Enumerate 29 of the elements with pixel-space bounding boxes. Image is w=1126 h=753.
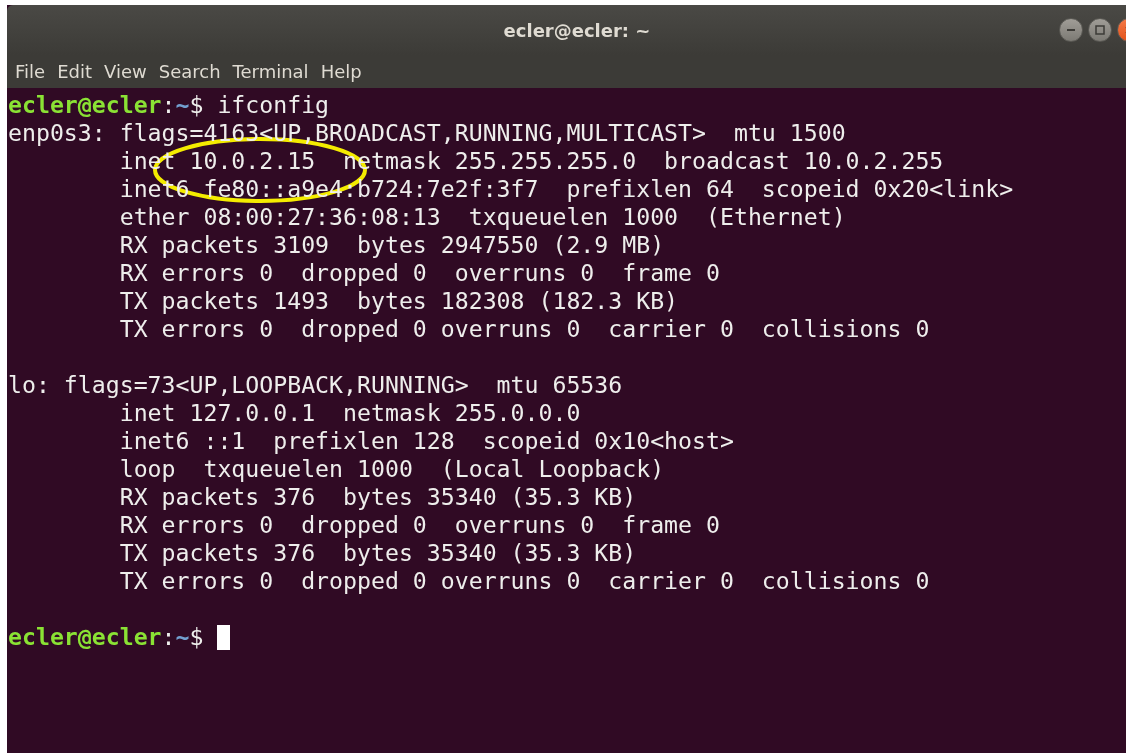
output-line: RX errors 0 dropped 0 overruns 0 frame 0 bbox=[118, 511, 720, 538]
output-line: TX errors 0 dropped 0 overruns 0 carrier 0 collisions 0 bbox=[118, 315, 930, 342]
output-line: enp0s3: flags=4163<UP,BROADCAST,RUNNING,MULTICAST> mtu 1500 bbox=[8, 119, 846, 146]
menu-item[interactable]: View bbox=[98, 61, 153, 82]
output-line: TX packets 1493 bytes 182308 (182.3 KB) bbox=[118, 287, 679, 314]
command-text: ifconfig bbox=[217, 91, 330, 118]
output-line: loop txqueuelen 1000 (Local Loopback) bbox=[118, 455, 665, 482]
menu-item[interactable]: Terminal bbox=[226, 61, 315, 82]
prompt-path: :~$ bbox=[161, 623, 204, 650]
maximize-button[interactable] bbox=[1088, 18, 1112, 42]
output-line: ether 08:00:27:36:08:13 txqueuelen 1000 (Ethernet) bbox=[118, 203, 846, 230]
menu-item[interactable]: Help bbox=[314, 61, 368, 82]
prompt-user-host: ecler@ecler bbox=[8, 91, 162, 118]
window-title: ecler@ecler: ~ bbox=[503, 19, 651, 41]
output-line: RX errors 0 dropped 0 overruns 0 frame 0 bbox=[118, 259, 720, 286]
output-line: inet6 ::1 prefixlen 128 scopeid 0x10<host> bbox=[118, 427, 734, 454]
menu-item[interactable]: File bbox=[9, 61, 52, 82]
output-line: TX errors 0 dropped 0 overruns 0 carrier 0 collisions 0 bbox=[118, 567, 930, 594]
prompt-user-host: ecler@ecler bbox=[8, 623, 162, 650]
output-line: RX packets 376 bytes 35340 (35.3 KB) bbox=[118, 483, 637, 510]
menu-item[interactable]: Edit bbox=[51, 61, 98, 82]
prompt-path: :~$ bbox=[161, 91, 204, 118]
output-line: TX packets 376 bytes 35340 (35.3 KB) bbox=[118, 539, 637, 566]
output-line: RX packets 3109 bytes 2947550 (2.9 MB) bbox=[118, 231, 665, 258]
minimize-button[interactable] bbox=[1059, 18, 1083, 42]
output-line: inet 127.0.0.1 netmask 255.0.0.0 bbox=[118, 399, 581, 426]
maximize-icon bbox=[1094, 24, 1106, 36]
output-line: lo: flags=73<UP,LOOPBACK,RUNNING> mtu 65536 bbox=[8, 371, 623, 398]
menu-item[interactable]: Search bbox=[152, 61, 227, 82]
